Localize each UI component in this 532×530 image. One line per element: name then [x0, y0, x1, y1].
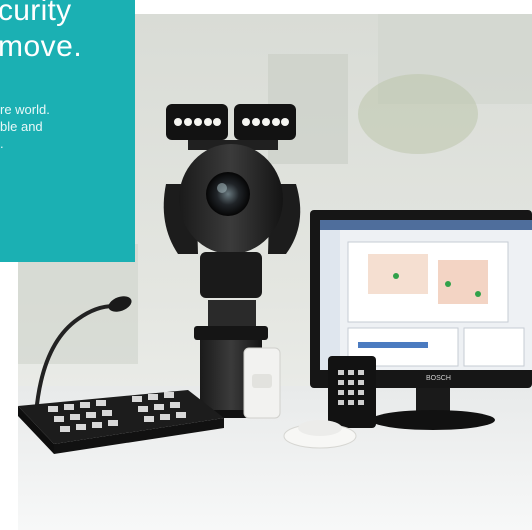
motion-detector — [243, 347, 281, 419]
body-line-3: . — [0, 136, 4, 151]
keypad — [328, 356, 376, 428]
hero-panel: curity move. re world. ble and . — [0, 0, 135, 262]
monitor-brand: BOSCH — [426, 375, 451, 382]
body-line-1: re world. — [0, 102, 50, 117]
headline-line-2: move. — [0, 30, 83, 63]
headline-line-1: curity — [0, 0, 72, 27]
body-line-2: ble and — [0, 119, 43, 134]
hero-body: re world. ble and . — [0, 101, 50, 152]
